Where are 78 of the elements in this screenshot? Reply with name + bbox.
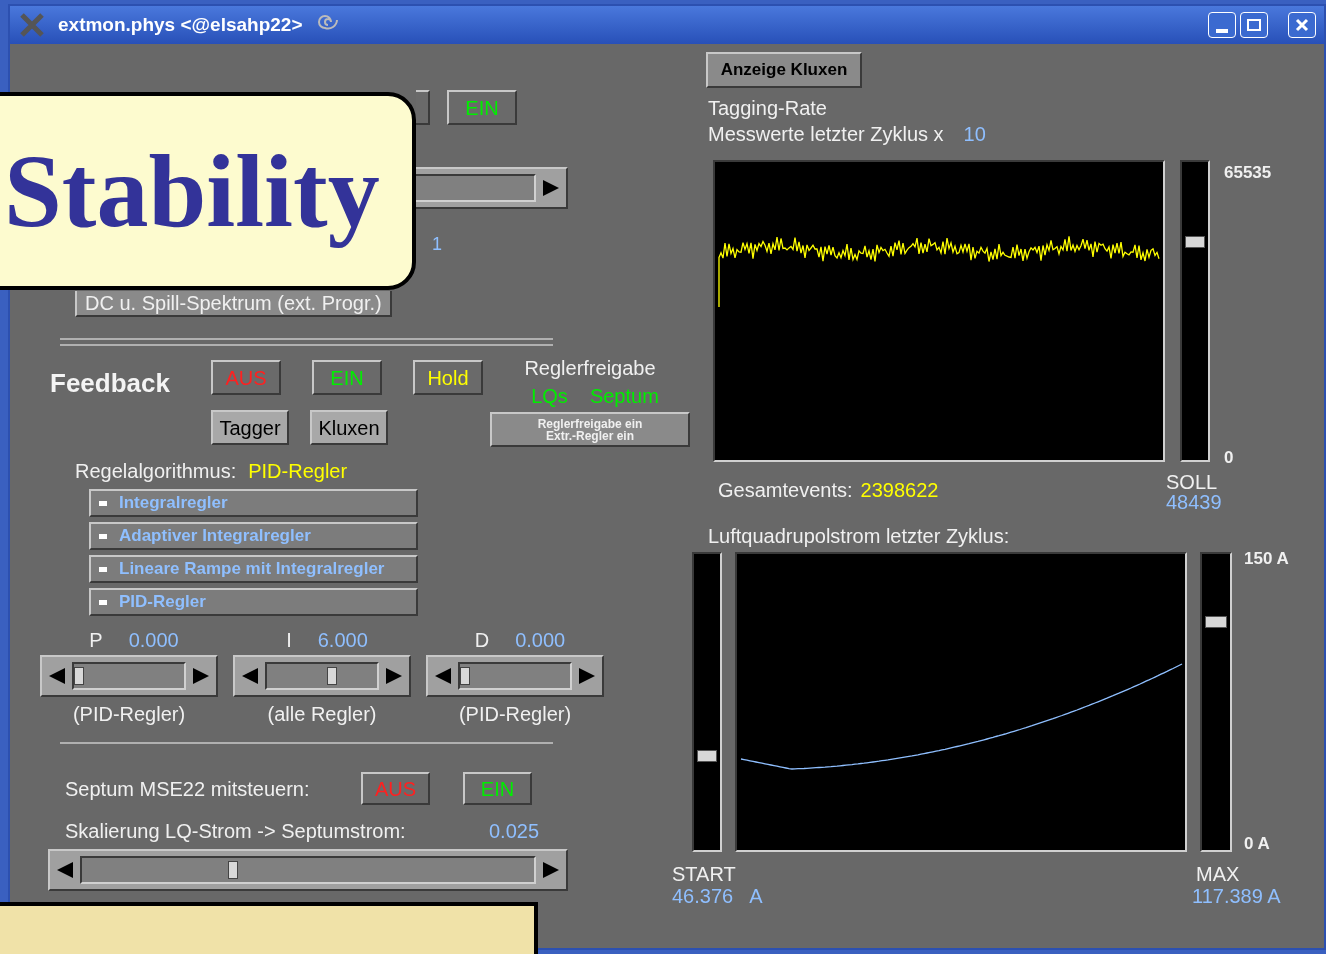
scale-value: 0.025 (489, 821, 540, 843)
vertical-slider[interactable] (1180, 160, 1210, 462)
parameter-value: 0.000 (128, 630, 179, 650)
dash-icon (99, 500, 107, 506)
unit-label: A (749, 886, 763, 906)
spectrum-button[interactable]: DC u. Spill-Spektrum (ext. Progr.) (75, 291, 392, 317)
toggle-button[interactable]: EIN (463, 772, 532, 805)
total-value: 2398622 (860, 480, 939, 503)
slider-thumb[interactable] (74, 667, 84, 685)
horizontal-slider[interactable] (233, 655, 411, 697)
algorithm-option[interactable]: Integralregler (89, 489, 418, 517)
total-label: Gesamtevents: (718, 480, 853, 503)
toggle-button[interactable]: EIN (312, 360, 382, 395)
slider-caption: (PID-Regler) (458, 704, 572, 724)
display-button[interactable]: Anzeige Kluxen (706, 52, 862, 88)
setpoint-label: SOLL (1166, 472, 1219, 492)
chart-subtitle: Messwerte letzter Zyklus x (708, 124, 944, 147)
algorithm-option[interactable]: PID-Regler (89, 588, 418, 616)
release-title: Reglerfreigabe (524, 358, 656, 378)
slider-thumb[interactable] (1185, 236, 1205, 249)
toggle-button[interactable]: Hold (413, 360, 483, 395)
scale-label: Skalierung LQ-Strom -> Septumstrom: (65, 821, 407, 843)
algorithm-label: Regelalgorithmus: (75, 461, 237, 484)
max-label: MAX (1196, 864, 1241, 884)
horizontal-slider[interactable] (48, 849, 568, 891)
maximize-button[interactable] (1240, 12, 1268, 38)
start-value: 46.376 (672, 886, 734, 906)
slider-caption: (PID-Regler) (72, 704, 186, 724)
algorithm-option[interactable]: Adaptiver Integralregler (89, 522, 418, 550)
dash-icon (99, 533, 107, 539)
parameter-value: 6.000 (317, 630, 368, 650)
parameter-name: P (89, 630, 103, 650)
callout-text: Stability (4, 132, 380, 250)
parameter-name: D (474, 630, 490, 650)
slider-thumb[interactable] (697, 749, 717, 762)
slider-caption: (alle Regler) (267, 704, 377, 724)
close-icon (1295, 18, 1309, 32)
algorithm-value: PID-Regler (248, 461, 348, 484)
axis-max-label: 65535 (1224, 162, 1272, 184)
max-value: 117.389 A (1192, 886, 1281, 906)
release-label: Septum (589, 386, 659, 406)
close-button[interactable] (1288, 12, 1316, 38)
dash-icon (99, 599, 107, 605)
chart-title: Tagging-Rate (708, 98, 828, 121)
axis-min-label: 0 A (1244, 832, 1271, 855)
parameter-value: 0.000 (515, 630, 566, 650)
window-title: extmon.phys <@elsahp22> (58, 12, 303, 37)
vertical-slider[interactable] (692, 552, 722, 852)
factor-value: 10 (963, 124, 986, 147)
horizontal-slider[interactable] (426, 655, 604, 697)
value-text: 1 (432, 234, 442, 254)
release-button[interactable]: Reglerfreigabe ein Extr.-Regler ein (490, 412, 690, 447)
dash-icon (99, 566, 107, 572)
release-label: LQs (531, 386, 568, 406)
slider-thumb[interactable] (327, 667, 337, 685)
toggle-button[interactable]: Kluxen (310, 410, 388, 445)
parameter-name: I (286, 630, 292, 650)
button-fragment[interactable] (416, 90, 430, 125)
setpoint-value: 48439 (1166, 492, 1222, 512)
septum-label: Septum MSE22 mitsteuern: (65, 778, 311, 799)
vertical-slider[interactable] (1200, 552, 1232, 852)
axis-min-label: 0 (1224, 446, 1235, 469)
slider-thumb[interactable] (1205, 616, 1227, 629)
algorithm-option[interactable]: Lineare Rampe mit Integralregler (89, 555, 418, 583)
minimize-icon (1216, 29, 1228, 33)
start-label: START (672, 864, 737, 884)
toggle-button[interactable]: EIN (447, 90, 517, 125)
slider-thumb[interactable] (227, 861, 238, 879)
slider-thumb[interactable] (460, 667, 470, 685)
horizontal-slider[interactable] (40, 655, 218, 697)
chart-title: Luftquadrupolstrom letzter Zyklus: (708, 526, 1011, 548)
x-logo-icon (18, 12, 46, 38)
minimize-button[interactable] (1208, 12, 1236, 38)
toggle-button[interactable]: Tagger (211, 410, 289, 445)
maximize-icon (1247, 19, 1261, 31)
slider-fragment[interactable] (416, 167, 568, 209)
axis-max-label: 150 A (1244, 548, 1289, 570)
section-label: Feedback (50, 367, 171, 398)
